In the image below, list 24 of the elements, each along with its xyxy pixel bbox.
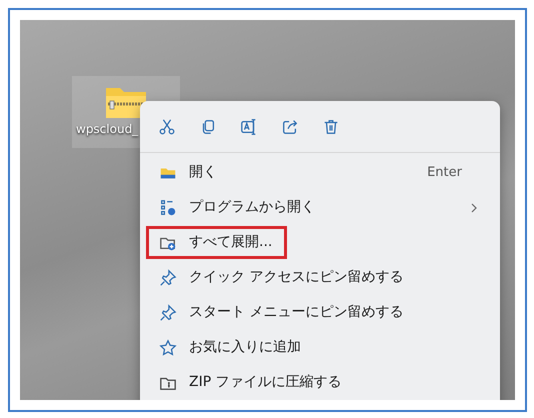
pin-icon: [159, 304, 177, 322]
share-icon: [281, 118, 299, 136]
menu-item[interactable]: クイック アクセスにピン留めする: [189, 267, 404, 288]
trash-icon: [322, 118, 340, 136]
menu-row[interactable]: スタート メニューにピン留めする: [140, 295, 500, 330]
pin-icon: [159, 268, 177, 286]
menu-item[interactable]: プログラムから開く: [189, 197, 315, 218]
star-icon: [159, 338, 177, 356]
scissors-icon: [158, 118, 176, 136]
shortcut-label: Enter: [427, 164, 462, 182]
menu-item[interactable]: すべて展開...: [189, 232, 272, 253]
menu-row[interactable]: プログラムから開く: [140, 190, 500, 225]
desktop-icon-label: wpscloud_: [76, 121, 138, 138]
menu-item[interactable]: ZIP ファイルに圧縮する: [189, 372, 342, 393]
menu-item[interactable]: 開く: [189, 162, 217, 183]
menu-row[interactable]: クイック アクセスにピン留めする: [140, 260, 500, 295]
menu-item[interactable]: スタート メニューにピン留めする: [189, 302, 404, 323]
menu-row[interactable]: すべて展開...: [140, 225, 500, 260]
rename-icon: [240, 118, 258, 136]
menu-item[interactable]: お気に入りに追加: [189, 337, 301, 358]
app-list-icon: [159, 198, 177, 216]
menu-row[interactable]: 開く Enter: [140, 155, 500, 190]
menu-row[interactable]: お気に入りに追加: [140, 330, 500, 365]
menu-row[interactable]: ZIP ファイルに圧縮する: [140, 365, 500, 400]
